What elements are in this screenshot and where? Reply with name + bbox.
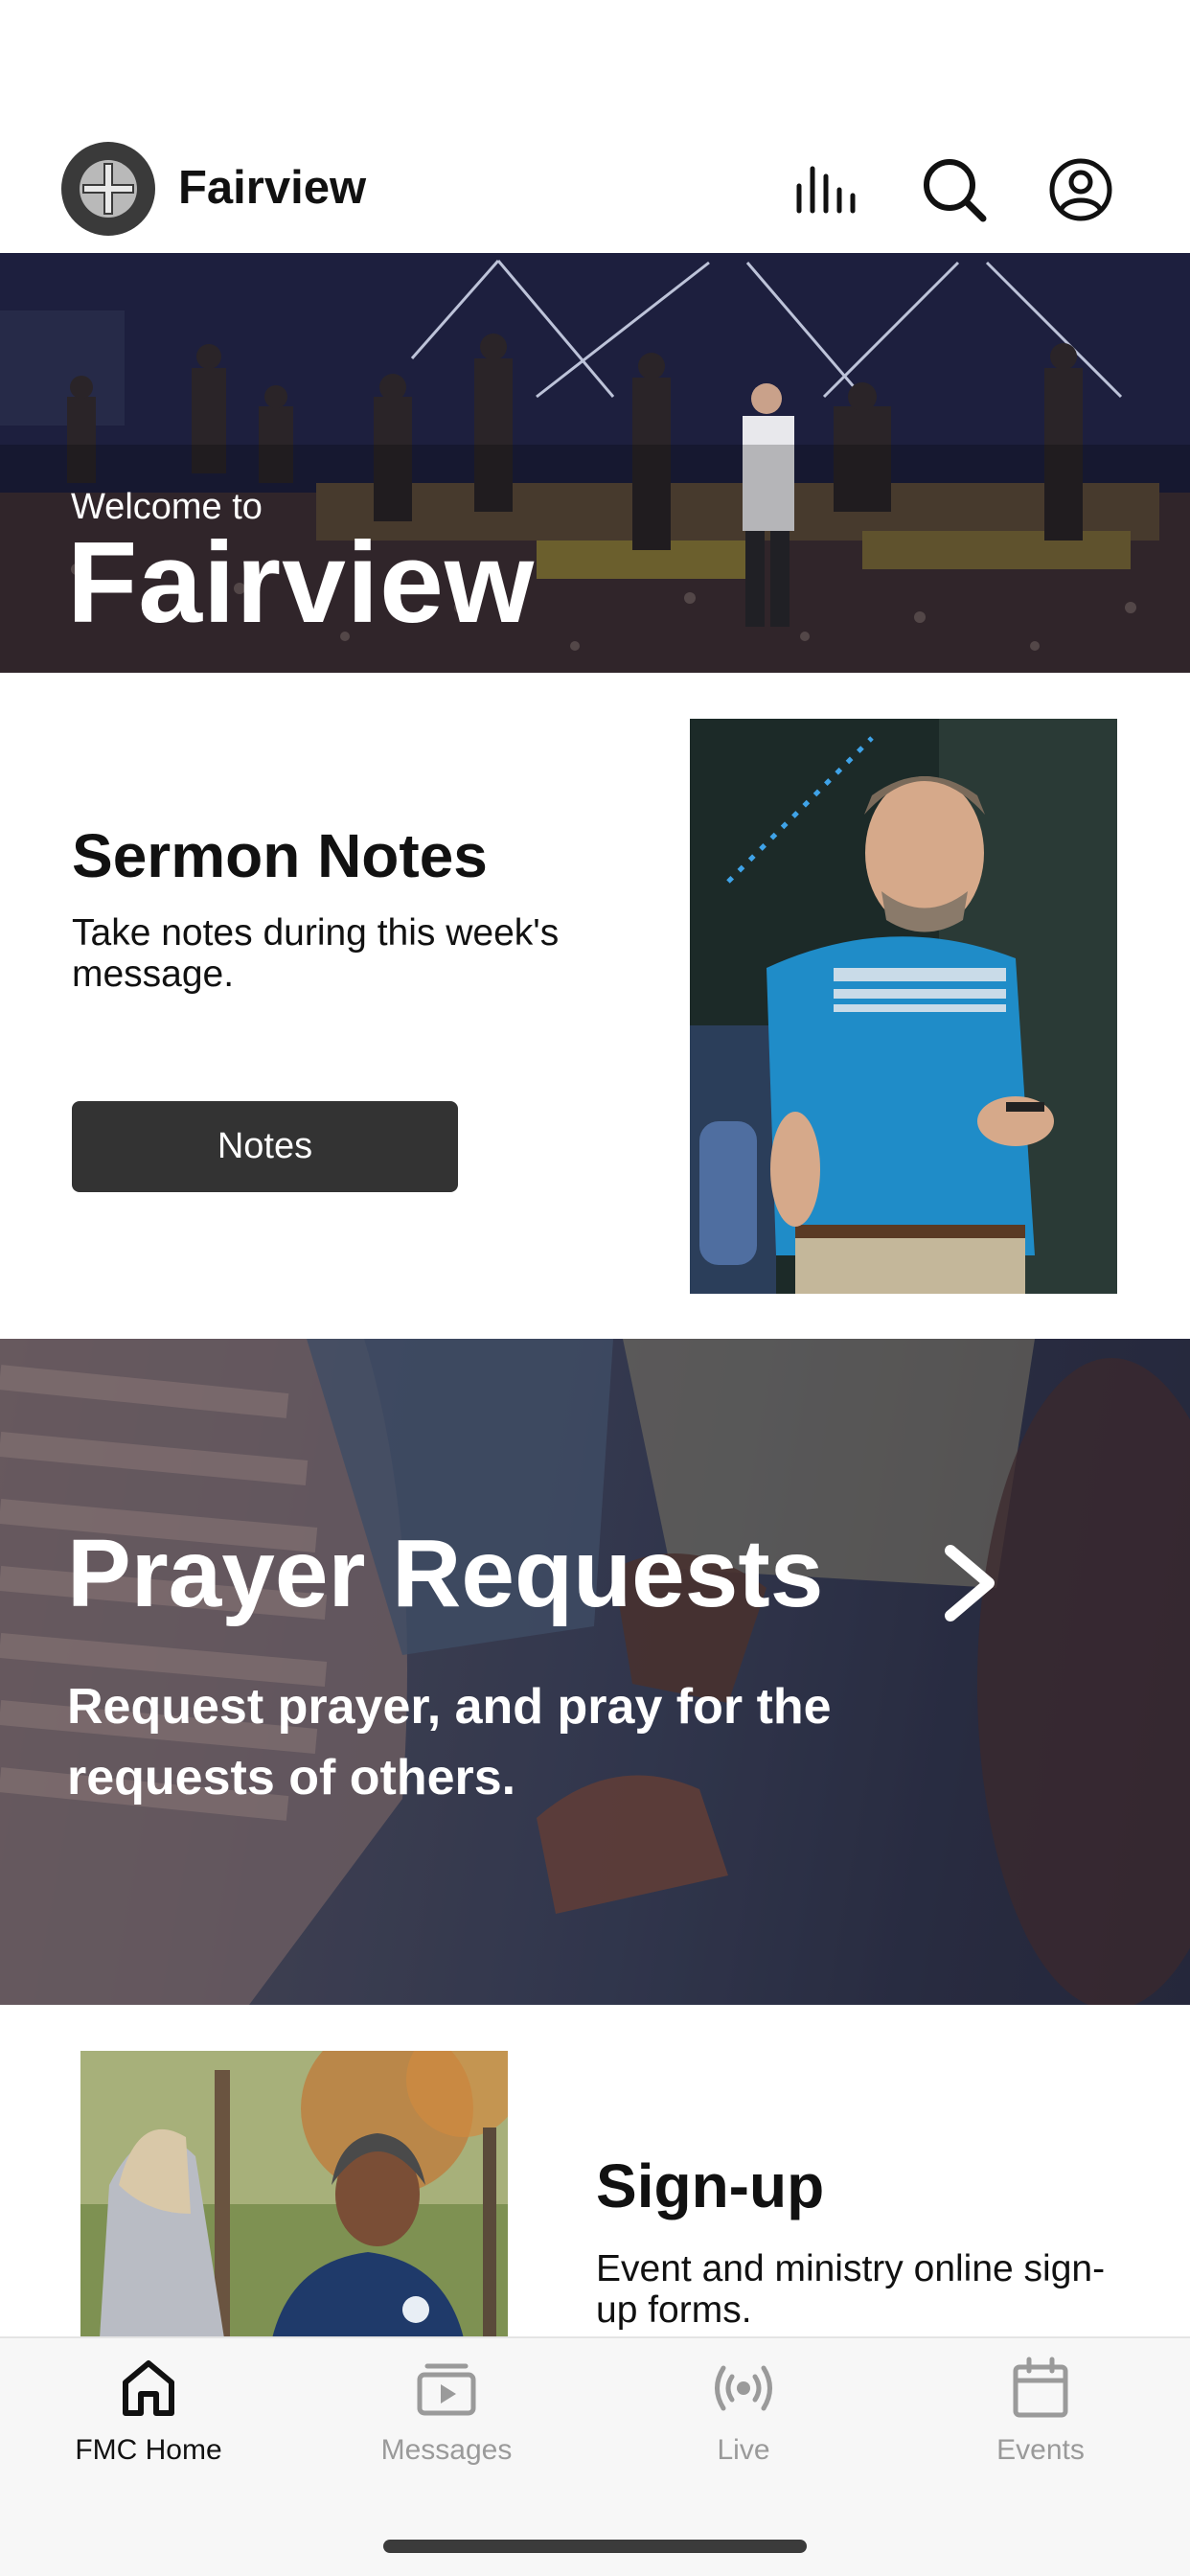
messages-icon — [417, 2363, 476, 2416]
signup-photo — [80, 2051, 508, 2338]
tab-label: FMC Home — [75, 2434, 222, 2466]
notes-button[interactable]: Notes — [72, 1101, 458, 1192]
prayer-requests-description: Request prayer, and pray for the request… — [67, 1679, 832, 1806]
tab-messages[interactable]: Messages — [322, 2354, 571, 2488]
signup-title: Sign-up — [596, 2151, 825, 2220]
broadcast-icon — [715, 2365, 772, 2411]
pastor-photo — [690, 719, 1117, 1294]
hero-title: Fairview — [67, 518, 536, 647]
tab-events[interactable]: Events — [916, 2354, 1165, 2488]
equalizer-icon[interactable] — [791, 153, 864, 226]
tab-label: Events — [996, 2434, 1085, 2466]
sermon-notes-title: Sermon Notes — [72, 821, 488, 890]
signup-description: Event and ministry online sign-up forms. — [596, 2248, 1106, 2331]
app-title: Fairview — [178, 162, 367, 214]
sermon-notes-description: Take notes during this week's message. — [72, 912, 560, 995]
tab-label: Live — [717, 2434, 770, 2466]
profile-icon[interactable] — [1044, 153, 1117, 226]
logo-cross-icon[interactable] — [61, 142, 155, 236]
chevron-right-icon[interactable] — [941, 1543, 998, 1623]
prayer-requests-title: Prayer Requests — [67, 1520, 824, 1627]
tab-live[interactable]: Live — [619, 2354, 868, 2488]
home-icon — [123, 2360, 174, 2416]
search-icon[interactable] — [918, 153, 991, 226]
home-indicator[interactable] — [383, 2540, 807, 2553]
tab-fmc-home[interactable]: FMC Home — [24, 2354, 273, 2488]
app-header: Fairview — [0, 0, 1190, 253]
tab-label: Messages — [380, 2434, 513, 2466]
calendar-icon — [1013, 2357, 1068, 2418]
